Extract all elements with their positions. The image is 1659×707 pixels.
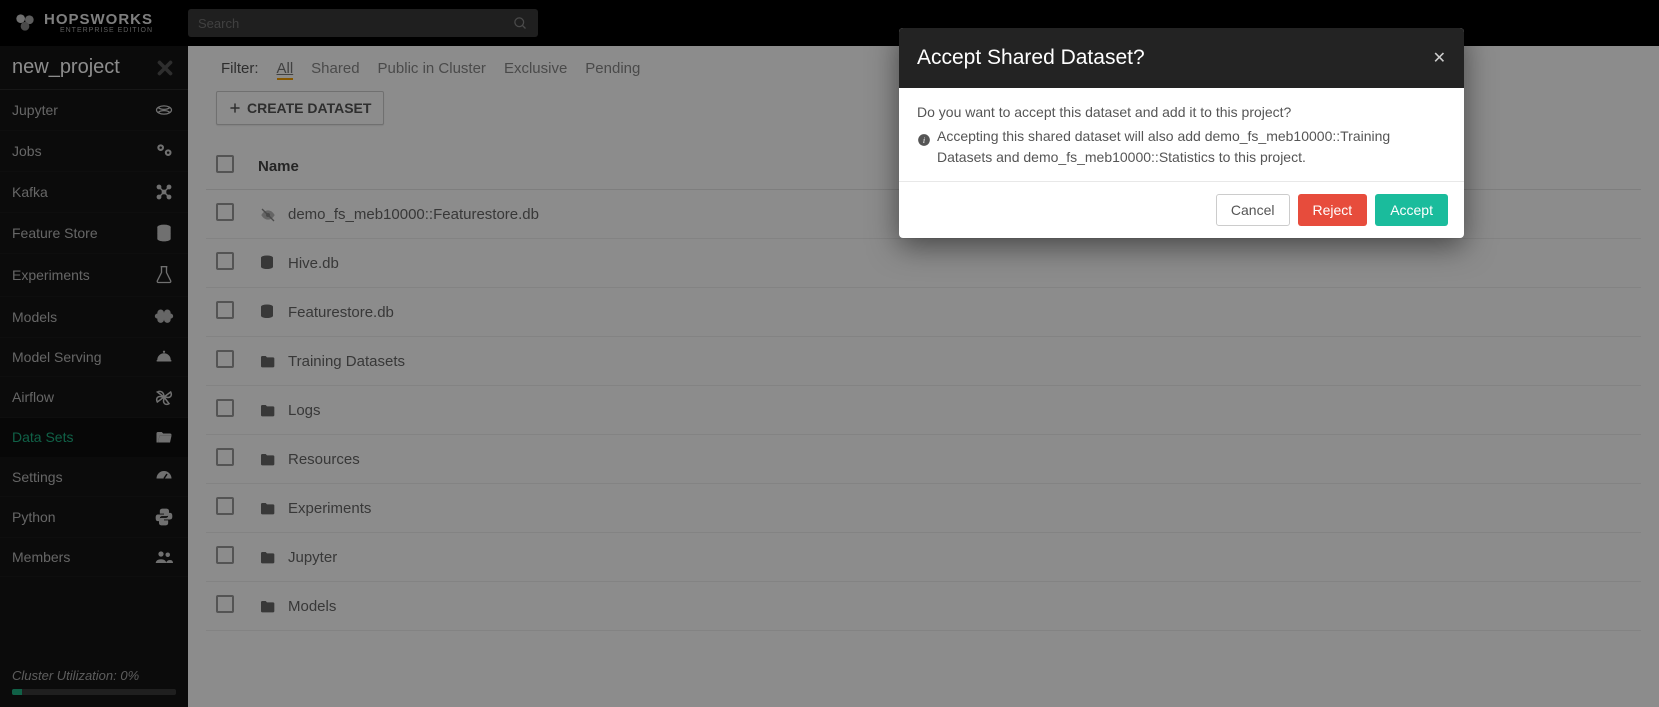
accept-button[interactable]: Accept	[1375, 194, 1448, 226]
modal-title: Accept Shared Dataset?	[917, 46, 1145, 70]
modal-question: Do you want to accept this dataset and a…	[917, 102, 1446, 122]
modal-footer: Cancel Reject Accept	[899, 182, 1464, 238]
info-icon: i	[917, 128, 931, 167]
modal-body: Do you want to accept this dataset and a…	[899, 88, 1464, 182]
accept-dataset-modal: Accept Shared Dataset? ✕ Do you want to …	[899, 28, 1464, 238]
reject-button[interactable]: Reject	[1298, 194, 1368, 226]
modal-close-icon[interactable]: ✕	[1433, 48, 1446, 68]
modal-header: Accept Shared Dataset? ✕	[899, 28, 1464, 88]
cancel-button[interactable]: Cancel	[1216, 194, 1290, 226]
modal-info-text: Accepting this shared dataset will also …	[937, 126, 1446, 167]
